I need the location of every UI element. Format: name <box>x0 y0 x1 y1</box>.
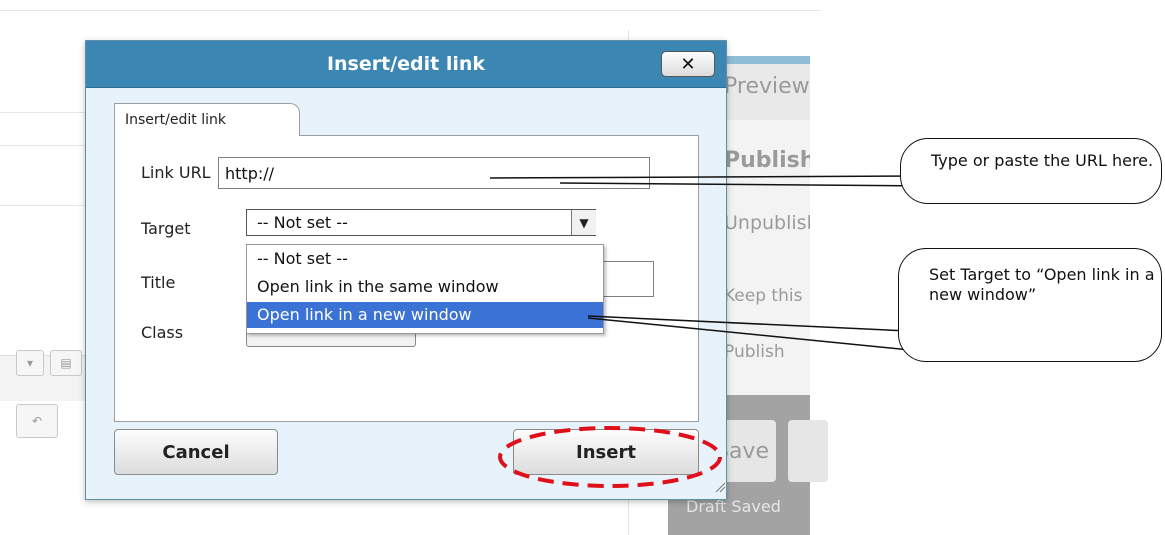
link-url-label: Link URL <box>141 163 211 182</box>
target-option-new-window[interactable]: Open link in a new window <box>247 302 603 328</box>
close-icon: ✕ <box>680 53 696 75</box>
insert-link-dialog: Insert/edit link ✕ Insert/edit link Link… <box>85 40 727 500</box>
target-select[interactable]: -- Not set -- <box>246 209 596 236</box>
preview-label: Preview <box>724 74 810 99</box>
url-callout: Type or paste the URL here. <box>900 138 1162 204</box>
title-label: Title <box>141 273 176 292</box>
link-url-input[interactable]: http:// <box>218 157 650 189</box>
insert-button[interactable]: Insert <box>513 429 699 475</box>
page-row-divider <box>0 145 90 146</box>
target-option-same-window[interactable]: Open link in the same window <box>247 274 603 300</box>
title-input[interactable] <box>602 261 654 297</box>
publish-status: Unpublished <box>724 212 810 234</box>
target-option-not-set[interactable]: -- Not set -- <box>247 246 603 272</box>
publish-option-text: Publish <box>724 342 785 362</box>
page-row-divider <box>0 205 90 206</box>
undo-icon[interactable]: ↶ <box>16 404 58 438</box>
page-row-divider <box>0 112 90 113</box>
editor-toolbar-icon[interactable]: ▤ <box>50 350 82 376</box>
insert-label: Insert <box>576 441 636 463</box>
dialog-title: Insert/edit link <box>326 53 486 75</box>
keep-option-text: Keep this <box>724 286 803 306</box>
cancel-button[interactable]: Cancel <box>114 429 278 475</box>
target-dropdown-list: -- Not set -- Open link in the same wind… <box>246 244 604 334</box>
target-callout: Set Target to “Open link in a new window… <box>898 248 1162 362</box>
class-label: Class <box>141 323 184 342</box>
preview-button[interactable] <box>788 420 828 482</box>
chevron-down-icon[interactable]: ▼ <box>571 210 596 235</box>
page-top-divider <box>0 10 820 11</box>
format-dropdown-arrow[interactable]: ▾ <box>16 350 44 376</box>
publish-heading: Publish <box>724 148 810 173</box>
close-button[interactable]: ✕ <box>661 51 715 77</box>
tab-insert-edit-link[interactable]: Insert/edit link <box>114 103 300 136</box>
cancel-label: Cancel <box>162 441 230 463</box>
resize-grip-icon[interactable] <box>714 481 726 493</box>
target-label: Target <box>141 219 191 238</box>
